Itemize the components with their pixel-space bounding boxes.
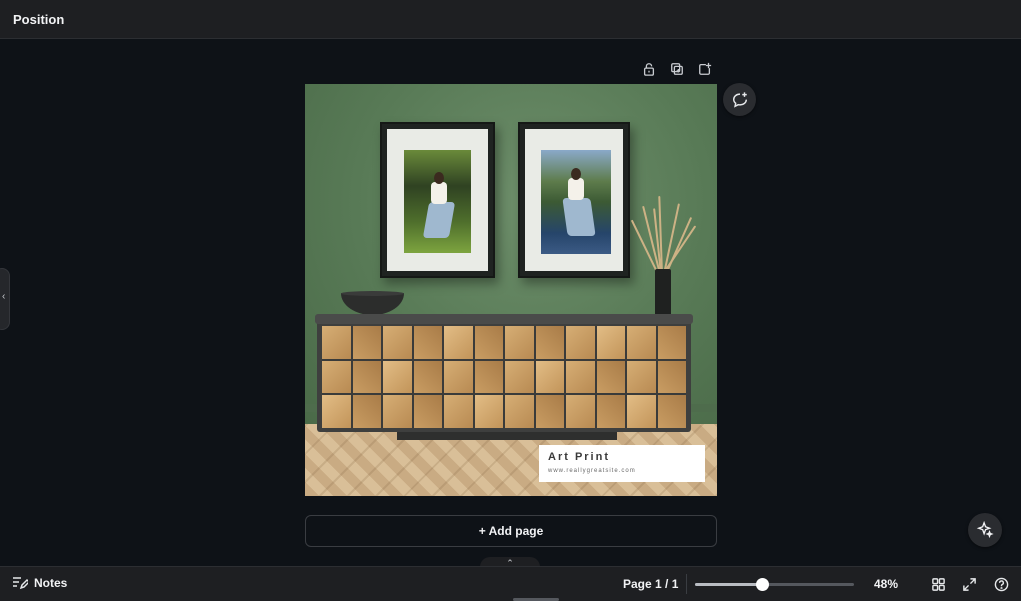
page-toolbar: [641, 61, 713, 77]
top-bar: Position: [0, 0, 1021, 39]
divider: [686, 574, 687, 594]
picture-frame-left[interactable]: [380, 122, 495, 278]
lock-icon[interactable]: [641, 61, 657, 77]
label-url: www.reallygreatsite.com: [548, 468, 636, 474]
zoom-slider[interactable]: [695, 578, 854, 591]
sparkle-icon: [976, 521, 994, 539]
wooden-sideboard: [315, 314, 693, 440]
notes-label: Notes: [34, 576, 68, 590]
duplicate-page-icon[interactable]: [669, 61, 685, 77]
comment-plus-icon: [732, 91, 747, 108]
magic-assistant-button[interactable]: [968, 513, 1002, 547]
add-page-button[interactable]: + Add page: [305, 515, 717, 547]
frame-mat: [525, 129, 623, 271]
add-comment-button[interactable]: [723, 83, 756, 116]
bottom-bar: Notes Page 1 / 1 48%: [0, 566, 1021, 601]
zoom-level[interactable]: 48%: [874, 577, 898, 591]
fullscreen-icon[interactable]: [961, 576, 977, 592]
chevron-left-icon: ‹: [2, 291, 6, 302]
grid-view-icon[interactable]: [930, 576, 946, 592]
notes-button[interactable]: Notes: [12, 576, 67, 590]
photo-woman-sitting: [404, 150, 471, 253]
notes-icon: [13, 577, 28, 590]
panel-title: Position: [13, 12, 65, 27]
art-print-label[interactable]: Art Print www.reallygreatsite.com: [539, 445, 705, 482]
picture-frame-right[interactable]: [518, 122, 630, 278]
page-indicator[interactable]: Page 1 / 1: [623, 577, 678, 591]
frame-mat: [387, 129, 488, 271]
side-panel-toggle[interactable]: ‹: [0, 268, 10, 330]
zoom-slider-thumb[interactable]: [755, 578, 769, 591]
zoom-slider-fill: [695, 583, 762, 586]
help-icon[interactable]: [993, 576, 1009, 592]
pampas-grass: [630, 194, 697, 275]
design-page[interactable]: Art Print www.reallygreatsite.com: [305, 84, 717, 496]
label-title: Art Print: [548, 451, 610, 463]
photo-woman-on-car: [541, 150, 611, 254]
add-page-icon[interactable]: [697, 61, 713, 77]
black-vase: [655, 269, 671, 317]
